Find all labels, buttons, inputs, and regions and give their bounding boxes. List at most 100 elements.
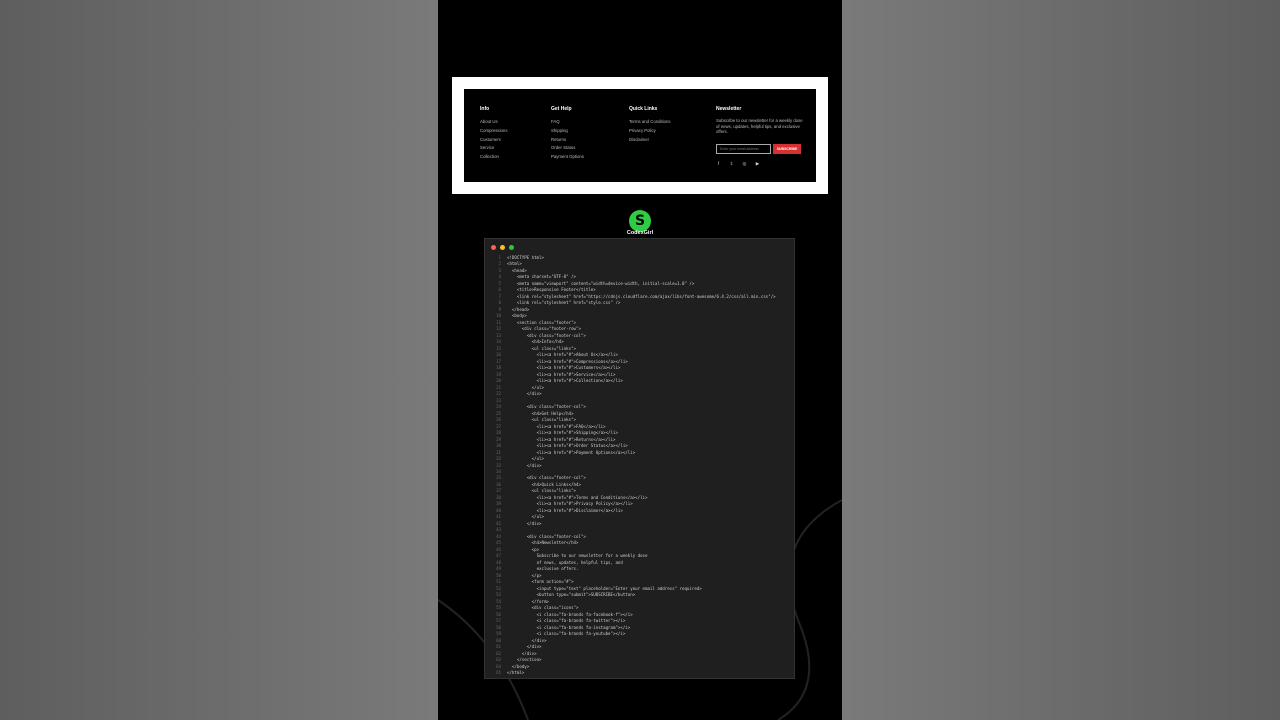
code-text: <h4>Quick Links</h4> [507,481,581,487]
social-icons: f 𝕥 ◎ ▶ [716,161,806,167]
code-text: </html> [507,670,525,675]
code-text: <div class="footer-col"> [507,533,586,539]
code-text: <!DOCTYPE html> [507,255,544,260]
code-text: <link rel="stylesheet" href="style.css" … [507,300,621,306]
code-text: <button type="submit">SUBSCRIBE</button> [507,592,636,598]
code-text: <div class="footer-row"> [507,326,581,332]
code-text: <ul class="links"> [507,488,577,494]
code-text: </div> [507,391,542,397]
footer-link[interactable]: Customers [480,136,507,145]
code-text: </p> [507,572,542,578]
code-line: 65 </html> [489,670,789,676]
window-controls [491,245,514,250]
code-text: <link rel="stylesheet" href="https://cdn… [507,293,776,299]
video-stage: Info About Us Compressions Customers Ser… [438,0,842,720]
code-text: <li><a href="#">About Us</a></li> [507,352,618,358]
code-text: <head> [507,267,527,273]
code-text: of news, updates, helpful tips, and [507,559,623,565]
code-text: <li><a href="#">Compressions</a></li> [507,358,628,364]
footer-link[interactable]: Collection [480,153,507,162]
code-text: <i class="fa-brands fa-twitter"></i> [507,618,626,624]
code-editor: 1 <!DOCTYPE html> 2 <html> 3 <head> 4 <meta c… [484,238,795,679]
code-text: </form> [507,598,549,604]
instagram-icon[interactable]: ◎ [742,161,747,167]
code-text: <li><a href="#">FAQ</a></li> [507,423,606,429]
footer-col-info: Info About Us Compressions Customers Ser… [480,106,507,162]
footer-preview-frame: Info About Us Compressions Customers Ser… [452,77,828,194]
facebook-icon[interactable]: f [716,161,721,167]
footer-link[interactable]: About Us [480,118,507,127]
code-text: <ul class="links"> [507,417,577,423]
footer-link[interactable]: Privacy Policy [629,127,671,136]
code-text: </ul> [507,384,544,390]
brand-logo-icon: S [629,210,651,232]
line-number: 65 [496,670,501,675]
footer-col-get-help: Get Help FAQ Shipping Returns Order Stat… [551,106,584,162]
footer-link[interactable]: Order Status [551,144,584,153]
code-text: </head> [507,306,530,312]
code-text: <li><a href="#">Returns</a></li> [507,436,616,442]
code-text: <i class="fa-brands fa-facebook-f"></i> [507,611,633,617]
code-text: <div class="footer-col"> [507,332,586,338]
code-text: <li><a href="#">Customers</a></li> [507,365,621,371]
code-text: <li><a href="#">Terms and Conditions</a>… [507,494,648,500]
code-text: <div class="footer-col"> [507,404,586,410]
twitter-icon[interactable]: 𝕥 [729,161,734,167]
footer-col-quick-links: Quick Links Terms and Conditions Privacy… [629,106,671,144]
code-text: </div> [507,520,542,526]
footer-link[interactable]: Shipping [551,127,584,136]
footer-link[interactable]: Service [480,144,507,153]
code-text: <p> [507,546,540,552]
code-text: <li><a href="#">Shipping</a></li> [507,430,618,436]
minimize-dot-icon [500,245,505,250]
code-text: </div> [507,637,547,643]
right-background [842,0,1280,720]
code-text: </section> [507,657,542,663]
youtube-icon[interactable]: ▶ [755,161,760,167]
code-text: </div> [507,644,542,650]
footer-col-heading: Quick Links [629,106,658,112]
code-text: </ul> [507,456,544,462]
footer-link[interactable]: Terms and Conditions [629,118,671,127]
code-text: <div class="icons"> [507,605,579,611]
code-text: Subscribe to our newsletter for a weekly… [507,553,648,559]
footer-link[interactable]: Returns [551,136,584,145]
code-text: </div> [507,650,537,656]
code-block: 1 <!DOCTYPE html> 2 <html> 3 <head> 4 <meta c… [489,255,789,676]
footer-link[interactable]: Payment Options [551,153,584,162]
code-text: <html> [507,261,522,267]
footer-preview: Info About Us Compressions Customers Ser… [464,89,816,182]
brand-name: CodexGirl [626,230,654,236]
footer-col-newsletter: Newsletter Subscribe to our newsletter f… [716,106,806,167]
subscribe-button[interactable]: SUBSCRIBE [773,143,801,154]
code-text: <h4>Info</h4> [507,339,564,345]
email-input[interactable] [716,143,771,154]
code-text: </ul> [507,514,544,520]
footer-link[interactable]: FAQ [551,118,584,127]
code-text: <h4>Get Help</h4> [507,410,574,416]
code-text: </div> [507,462,542,468]
footer-link[interactable]: Disclaimer [629,136,671,145]
code-text: <i class="fa-brands fa-instagram"></i> [507,624,631,630]
left-background [0,0,438,720]
code-text: <section class="footer"> [507,319,577,325]
code-text: <body> [507,313,527,319]
code-text: <li><a href="#">Disclaimer</a></li> [507,507,623,513]
footer-col-heading: Info [480,106,490,112]
code-text: <div class="footer-col"> [507,475,586,481]
newsletter-text: Subscribe to our newsletter for a weekly… [716,118,803,134]
code-text: <title>Responsive Footer</title> [507,287,596,293]
code-text: <meta name="viewport" content="width=dev… [507,280,695,286]
footer-link[interactable]: Compressions [480,127,507,136]
maximize-dot-icon [509,245,514,250]
code-text: <li><a href="#">Order Status</a></li> [507,443,628,449]
code-text: <form action="#"> [507,579,574,585]
code-text: <li><a href="#">Privacy Policy</a></li> [507,501,633,507]
code-text: <i class="fa-brands fa-youtube"></i> [507,631,626,637]
code-text: <li><a href="#">Service</a></li> [507,371,616,377]
code-text: <h4>Newsletter</h4> [507,540,579,546]
code-text: exclusive offers. [507,566,579,572]
footer-col-heading: Newsletter [716,106,742,112]
code-text: <input type="text" placeholder="Enter yo… [507,585,702,591]
code-text: <ul class="links"> [507,345,577,351]
